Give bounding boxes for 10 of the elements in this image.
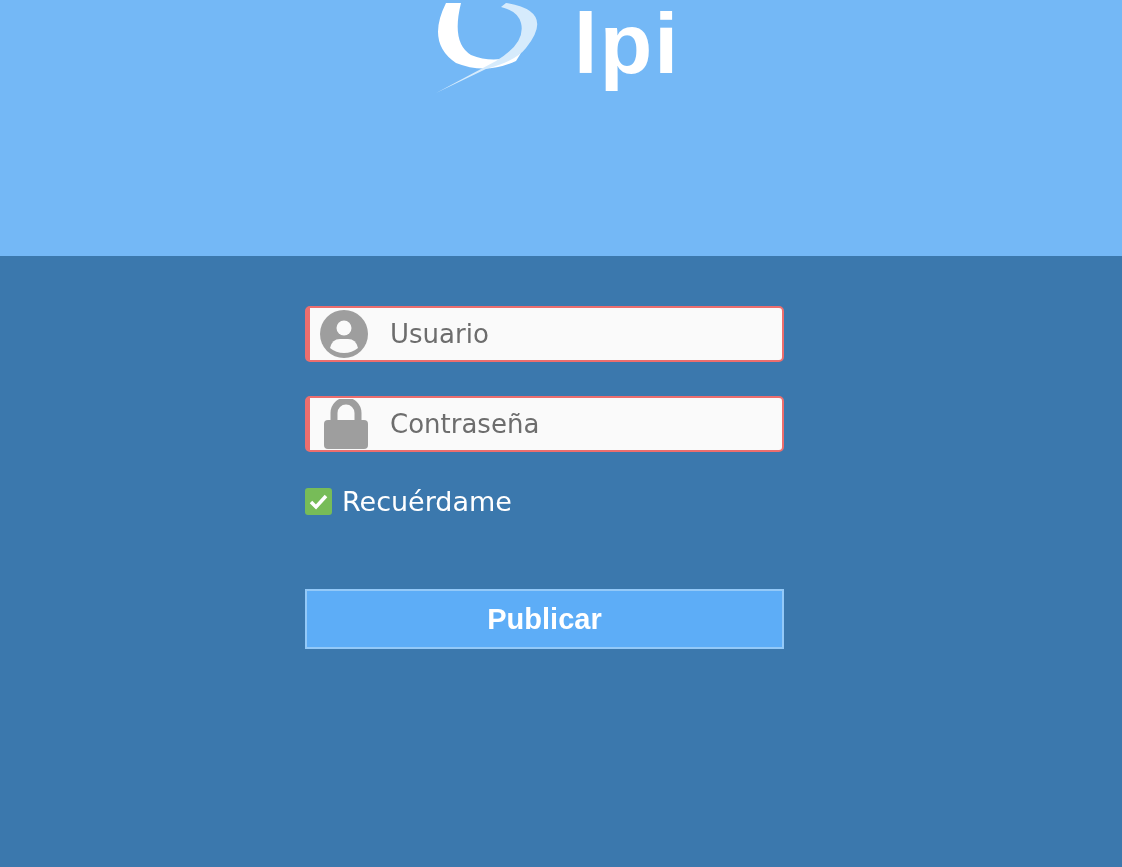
checkbox-label: Recuérdame: [342, 486, 512, 517]
input-field[interactable]: Contraseña: [388, 403, 782, 445]
input-field[interactable]: Usuario: [388, 313, 782, 355]
lock-icon: [324, 399, 368, 449]
user-icon: [320, 310, 368, 358]
field-frame[interactable]: Contraseña: [305, 396, 784, 452]
submit-button[interactable]: Publicar: [305, 589, 784, 649]
checkbox[interactable]: [305, 488, 332, 515]
logo-text: lpi: [572, 0, 682, 93]
field-frame[interactable]: Usuario: [305, 306, 784, 362]
